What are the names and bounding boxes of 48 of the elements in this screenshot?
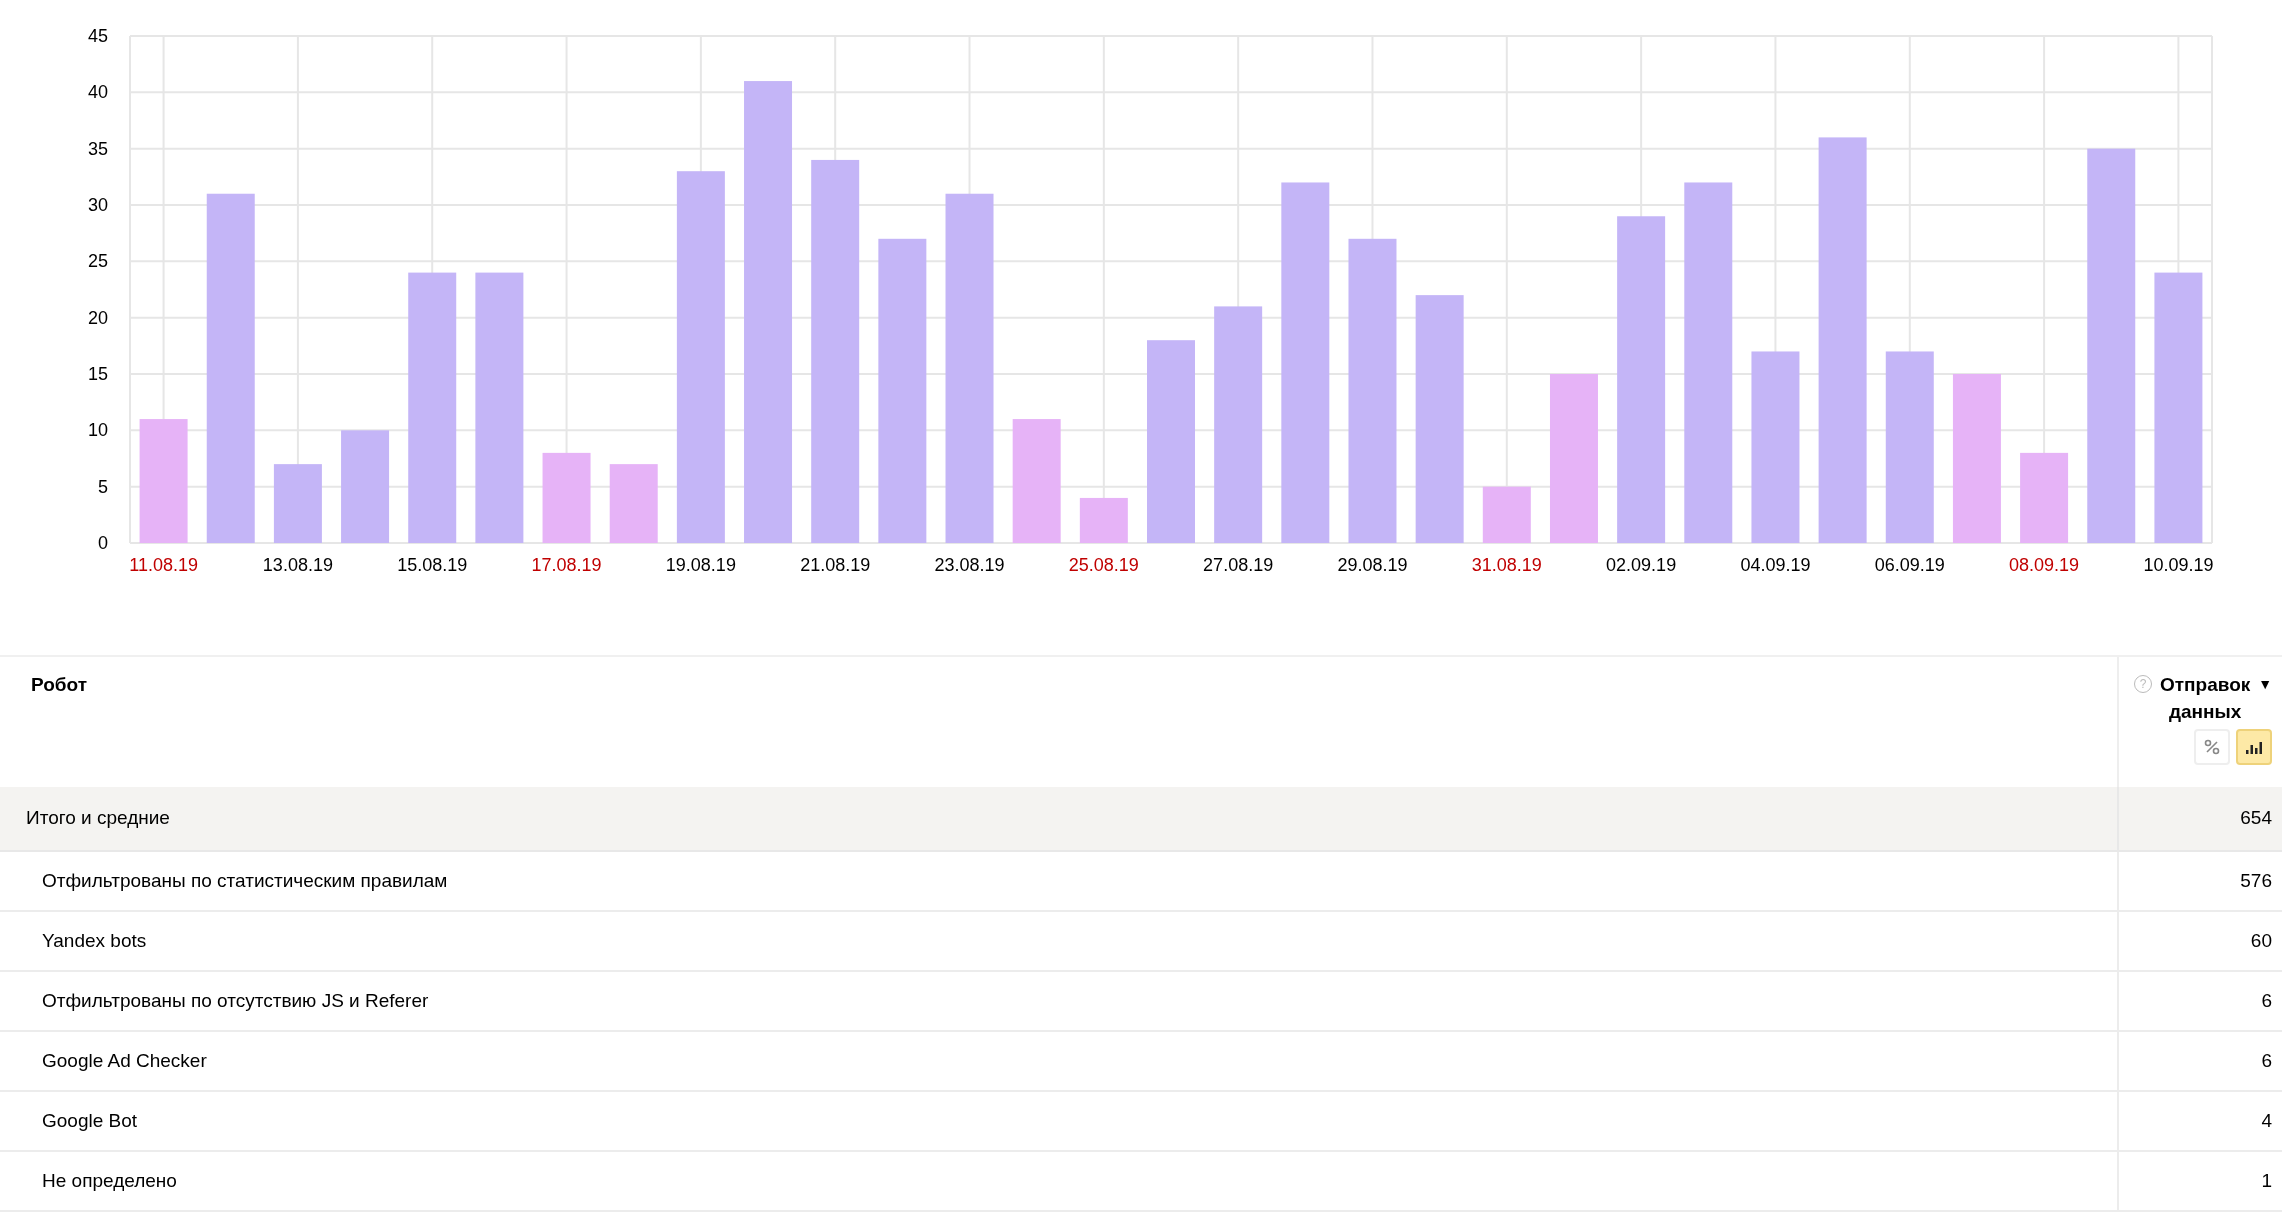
table-cell-text: 576 [2240,868,2272,893]
table-cell-text: 6 [2261,1048,2272,1073]
table-cell-text: 1 [2261,1168,2272,1193]
y-axis-label: 10 [87,420,108,441]
y-axis-label: 20 [87,307,108,328]
x-axis-label: 19.08.19 [665,555,736,575]
x-axis-label: 29.08.19 [1337,555,1408,575]
x-axis-label: 13.08.19 [262,555,333,575]
bar [1482,486,1531,543]
x-axis-label: 27.08.19 [1203,555,1274,575]
y-axis-label: 25 [87,251,108,272]
row-label: Yandex bots [42,928,147,953]
sort-indicator: ▼ [2258,675,2272,694]
row-label: Отфильтрованы по отсутствию JS и Referer [42,988,429,1013]
x-axis-label: 15.08.19 [397,555,468,575]
x-axis-label: 31.08.19 [1471,555,1542,575]
row-label: Google Ad Checker [42,1048,207,1073]
row-label: Не определено [42,1168,177,1193]
sort-header[interactable]: Отправок данных [2156,671,2255,725]
x-axis-label: 06.09.19 [1874,555,1945,575]
x-axis-label: 02.09.19 [1606,555,1677,575]
column-header: Робот [31,674,87,695]
row-label: Итого и средние [26,806,170,831]
x-axis-label: 25.08.19 [1068,555,1139,575]
table-cell-text: 60 [2250,928,2272,953]
y-axis-label: 30 [87,195,108,215]
x-axis-label: 11.08.19 [129,555,198,575]
x-axis-label: 10.09.19 [2143,555,2214,575]
bar [1079,497,1128,543]
y-axis-label: 45 [87,26,108,46]
y-axis-label: 40 [87,82,108,103]
table-cell-text: 654 [2240,806,2272,831]
table-cell-text: 6 [2261,988,2272,1013]
view-toggle[interactable] [2236,729,2272,765]
y-axis-label: 35 [87,138,108,159]
y-axis-label: 0 [98,533,108,553]
bar-chart-icon [2245,739,2263,755]
x-axis-label: 17.08.19 [531,555,602,575]
x-axis-label: 04.09.19 [1740,555,1811,575]
row-label: Google Bot [42,1108,138,1133]
table-cell-text: 4 [2261,1108,2272,1133]
y-axis-label: 5 [98,476,108,497]
y-axis-label: 15 [87,364,108,384]
percent-icon [2204,739,2220,755]
x-axis-label: 21.08.19 [800,555,871,575]
x-axis-label: 08.09.19 [2009,555,2080,575]
x-axis-label: 23.08.19 [934,555,1005,575]
row-label: Отфильтрованы по статистическим правилам [42,868,448,893]
